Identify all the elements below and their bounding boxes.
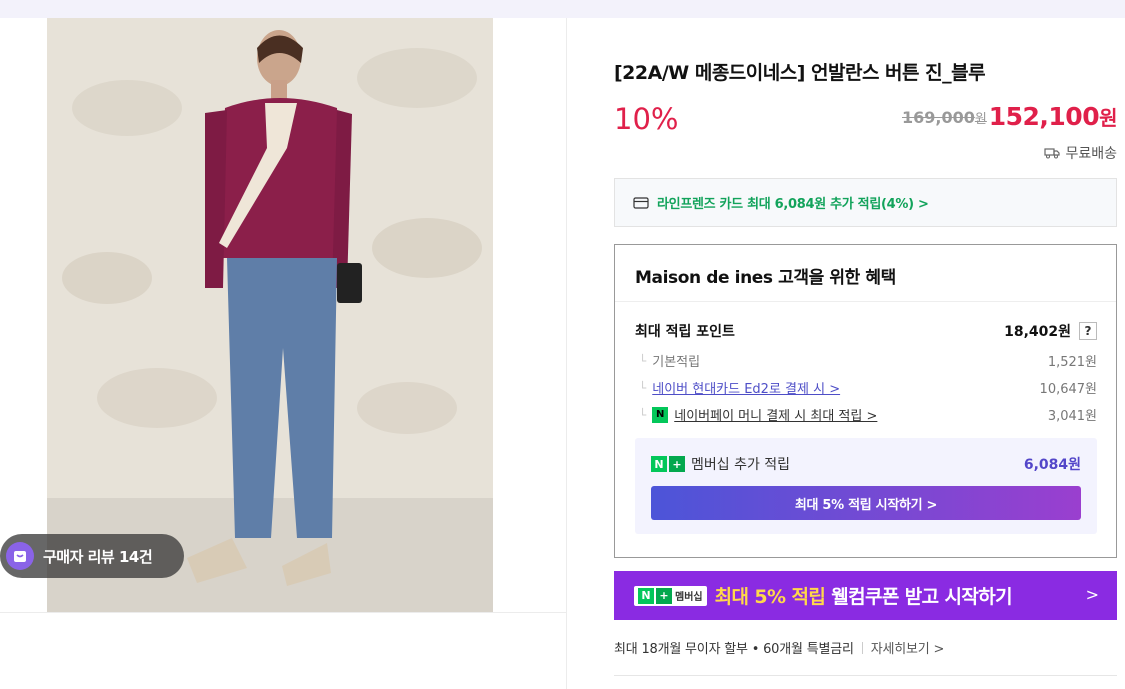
help-icon[interactable]: ?	[1079, 322, 1097, 340]
sale-price-unit: 원	[1099, 106, 1117, 130]
points-row-basic: └ 기본적립 1,521원	[639, 351, 1097, 371]
nplus-membership-logo: N + 멤버십	[634, 585, 707, 606]
card-promo[interactable]: 라인프렌즈 카드 최대 6,084원 추가 적립(4%) >	[614, 178, 1117, 227]
max-points-row: 최대 적립 포인트 18,402원 ?	[635, 321, 1097, 341]
membership-start-button[interactable]: 최대 5% 적립 시작하기 >	[651, 486, 1081, 520]
product-photo[interactable]	[47, 18, 493, 612]
membership-label: 멤버십 추가 적립	[691, 457, 791, 473]
card-promo-text: 라인프렌즈 카드 최대 6,084원 추가 적립(4%) >	[657, 197, 929, 212]
membership-value: 6,084원	[1023, 457, 1081, 473]
points-row-value: 10,647원	[1039, 382, 1097, 397]
corner-icon: └	[639, 353, 647, 368]
max-points-value: 18,402원	[1004, 324, 1071, 340]
product-gallery: 구매자 리뷰 14건	[0, 18, 567, 689]
sale-price-value: 152,100	[988, 102, 1100, 131]
delivery-info: 무료배송	[1044, 143, 1117, 163]
product-title: [22A/W 메종드이네스] 언발란스 버튼 진_블루	[614, 62, 986, 84]
welcome-coupon-banner[interactable]: N + 멤버십 최대 5% 적립 웰컴쿠폰 받고 시작하기 >	[614, 571, 1117, 620]
installment-info: 최대 18개월 무이자 할부 • 60개월 특별금리 자세히보기 >	[614, 638, 944, 657]
divider	[615, 301, 1116, 302]
installment-text: 최대 18개월 무이자 할부 • 60개월 특별금리	[614, 642, 854, 657]
original-price-unit: 원	[974, 112, 987, 127]
truck-icon	[1044, 148, 1061, 159]
coupon-rest: 웰컴쿠폰 받고 시작하기	[825, 586, 1013, 608]
coupon-banner-text: 최대 5% 적립 웰컴쿠폰 받고 시작하기	[714, 582, 1013, 609]
sale-price: 152,100원	[988, 102, 1118, 131]
corner-icon: └	[639, 380, 647, 395]
review-badge[interactable]: 구매자 리뷰 14건	[0, 534, 184, 578]
nplus-icon: N +	[651, 456, 685, 472]
naverpay-icon: N	[652, 406, 669, 423]
membership-box: N + 멤버십 추가 적립 6,084원 최대 5% 적립 시작하기 >	[635, 438, 1097, 534]
divider	[0, 612, 567, 613]
top-bar	[0, 0, 1125, 18]
hyundai-card-link[interactable]: 네이버 현대카드 Ed2로 결제 시 >	[652, 378, 840, 397]
review-badge-label: 구매자 리뷰 14건	[43, 547, 153, 566]
naverpay-money-link[interactable]: 네이버페이 머니 결제 시 최대 적립 >	[674, 405, 877, 424]
points-row-npay: └ N 네이버페이 머니 결제 시 최대 적립 > 3,041원	[639, 405, 1097, 424]
benefit-panel: Maison de ines 고객을 위한 혜택 최대 적립 포인트 18,40…	[614, 244, 1117, 558]
max-points-label: 최대 적립 포인트	[635, 324, 735, 340]
points-row-label: 기본적립	[652, 355, 701, 370]
points-row-value: 1,521원	[1047, 355, 1097, 370]
original-price: 169,000원	[902, 108, 987, 127]
credit-card-icon	[633, 196, 649, 209]
membership-row: N + 멤버십 추가 적립 6,084원	[651, 454, 1081, 474]
coupon-highlight: 최대 5% 적립	[714, 586, 826, 608]
benefit-title: Maison de ines 고객을 위한 혜택	[635, 268, 896, 288]
installment-detail-link[interactable]: 자세히보기 >	[871, 638, 945, 657]
divider	[614, 675, 1117, 676]
shopping-bag-icon	[6, 542, 34, 570]
original-price-value: 169,000	[902, 108, 975, 127]
points-row-card: └ 네이버 현대카드 Ed2로 결제 시 > 10,647원	[639, 378, 1097, 398]
corner-icon: └	[639, 407, 647, 422]
delivery-label: 무료배송	[1065, 146, 1117, 162]
discount-rate: 10%	[614, 102, 679, 136]
chevron-right-icon: >	[1085, 585, 1099, 604]
membership-logo-text: 멤버십	[675, 592, 703, 603]
points-row-value: 3,041원	[1047, 409, 1097, 424]
divider	[861, 641, 863, 654]
